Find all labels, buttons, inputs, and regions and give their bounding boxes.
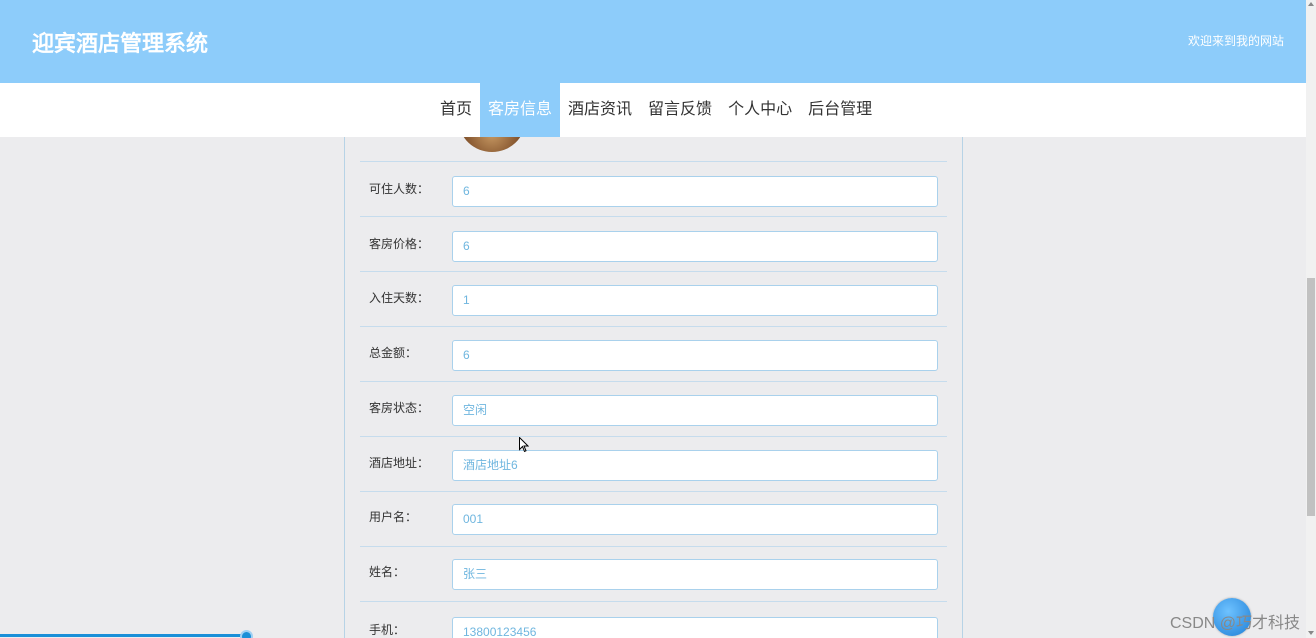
- vertical-scrollbar[interactable]: [1306, 0, 1316, 638]
- name-label: 姓名：: [369, 565, 406, 579]
- scroll-thumb[interactable]: [1307, 278, 1315, 516]
- nav-item-feedback[interactable]: 留言反馈: [640, 83, 720, 137]
- name-field[interactable]: 张三: [452, 559, 938, 590]
- form-row-total: 总金额： 6: [360, 326, 947, 381]
- welcome-text: 欢迎来到我的网站: [1187, 34, 1284, 48]
- nav-item-profile[interactable]: 个人中心: [720, 83, 800, 137]
- price-label: 客房价格：: [369, 237, 430, 251]
- form-row-capacity: 可住人数： 6: [360, 162, 947, 217]
- mouse-cursor-icon: [519, 437, 529, 453]
- form-row-price: 客房价格： 6: [360, 217, 947, 272]
- nav-list: 首页 客房信息 酒店资讯 留言反馈 个人中心 后台管理: [432, 83, 880, 137]
- address-label: 酒店地址：: [369, 456, 430, 470]
- username-field[interactable]: 001: [452, 504, 938, 535]
- address-field[interactable]: 酒店地址6: [452, 450, 938, 481]
- status-field[interactable]: 空闲: [452, 395, 938, 426]
- nav-item-rooms[interactable]: 客房信息: [480, 83, 561, 137]
- site-title[interactable]: 迎宾酒店管理系统: [32, 26, 208, 58]
- total-label: 总金额：: [369, 346, 418, 360]
- nav-item-admin[interactable]: 后台管理: [800, 83, 880, 137]
- days-label: 入住天数：: [369, 291, 430, 305]
- total-field[interactable]: 6: [452, 340, 938, 371]
- watermark: CSDN @巧才科技: [1169, 615, 1300, 632]
- status-label: 客房状态：: [369, 401, 430, 415]
- scroll-down-icon[interactable]: [1308, 631, 1314, 635]
- price-field[interactable]: 6: [452, 231, 938, 262]
- days-field[interactable]: 1: [452, 285, 938, 316]
- site-header: 迎宾酒店管理系统 欢迎来到我的网站: [0, 0, 1306, 83]
- form-row-name: 姓名： 张三: [360, 545, 947, 600]
- capacity-label: 可住人数：: [369, 182, 430, 196]
- progress-knob[interactable]: [240, 630, 253, 638]
- room-detail-form: 可住人数： 6 客房价格： 6 入住天数： 1 总金额： 6 客房状态： 空闲 …: [344, 60, 963, 638]
- username-label: 用户名：: [369, 510, 418, 524]
- row-divider: [360, 601, 947, 602]
- main-nav: 首页 客房信息 酒店资讯 留言反馈 个人中心 后台管理: [0, 83, 1306, 137]
- nav-item-home[interactable]: 首页: [432, 83, 480, 137]
- nav-item-news[interactable]: 酒店资讯: [560, 83, 640, 137]
- form-row-address: 酒店地址： 酒店地址6: [360, 436, 947, 491]
- page: 可住人数： 6 客房价格： 6 入住天数： 1 总金额： 6 客房状态： 空闲 …: [0, 0, 1316, 638]
- capacity-field[interactable]: 6: [452, 176, 938, 207]
- scroll-up-icon[interactable]: [1308, 2, 1314, 6]
- video-progress-bar[interactable]: [0, 630, 1306, 638]
- progress-fill: [0, 634, 247, 637]
- form-row-status: 客房状态： 空闲: [360, 381, 947, 436]
- form-row-username: 用户名： 001: [360, 490, 947, 545]
- form-row-days: 入住天数： 1: [360, 271, 947, 326]
